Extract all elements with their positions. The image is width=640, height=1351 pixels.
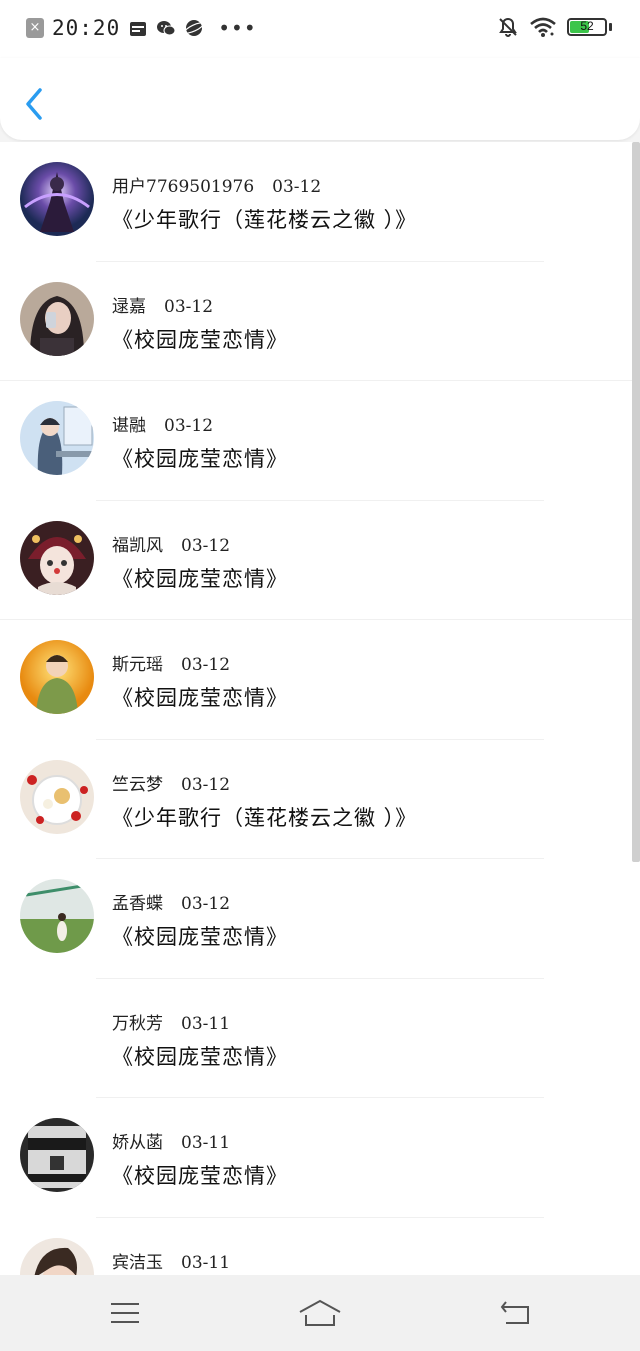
date: 03-12 [181,655,231,675]
list-item[interactable]: 万秋芳 03-11 《校园庞莹恋情》 [0,979,640,1098]
status-bar: × 20:20 ••• 52 [0,0,640,58]
list-item[interactable]: 娇从菡 03-11 《校园庞莹恋情》 [0,1098,640,1218]
status-right: 52 [497,16,612,38]
avatar[interactable] [20,759,94,834]
user-name[interactable]: 孟香蝶 [112,894,163,914]
user-name[interactable]: 谌融 [112,416,146,436]
item-title[interactable]: 《校园庞莹恋情》 [112,921,288,951]
item-title[interactable]: 《校园庞莹恋情》 [112,682,288,712]
avatar[interactable] [20,1237,94,1275]
user-name[interactable]: 万秋芳 [112,1014,163,1034]
avatar[interactable] [20,162,94,236]
user-name[interactable]: 宾洁玉 [112,1253,163,1273]
item-meta: 竺云梦 03-12 [112,770,230,795]
date: 03-11 [181,1133,231,1153]
avatar[interactable] [20,281,94,356]
list-item[interactable]: 宾洁玉 03-11 [0,1218,640,1275]
user-name[interactable]: 斯元瑶 [112,655,163,675]
bell-off-icon [499,17,517,37]
item-title[interactable]: 《校园庞莹恋情》 [112,324,288,354]
avatar[interactable] [20,401,94,475]
item-meta: 孟香蝶 03-12 [112,889,230,914]
wechat-icon [157,21,176,36]
item-title[interactable]: 《少年歌行（莲花楼云之徽 ）》 [112,204,417,234]
system-nav-bar [0,1275,640,1351]
menu-icon[interactable] [95,1293,155,1333]
item-meta: 娇从菡 03-11 [112,1128,230,1153]
avatar[interactable] [20,1118,94,1192]
avatar[interactable] [20,640,94,714]
wifi-icon [530,17,556,37]
item-meta: 谌融 03-12 [112,411,213,436]
date: 03-12 [181,894,231,914]
user-name[interactable]: 逯嘉 [112,297,146,317]
more-dots-icon: ••• [218,16,257,40]
calendar-icon [130,22,147,36]
user-name[interactable]: 福凯风 [112,536,163,556]
date: 03-12 [164,416,214,436]
item-title[interactable]: 《少年歌行（莲花楼云之徽 ）》 [112,802,417,832]
list-item[interactable]: 斯元瑶 03-12 《校园庞莹恋情》 [0,620,640,740]
list-item[interactable]: 逯嘉 03-12 《校园庞莹恋情》 [0,262,640,381]
battery-level: 52 [580,19,594,33]
date: 03-12 [272,177,322,197]
battery-icon: 52 [567,18,607,36]
battery-tip [609,23,612,31]
comment-list: 用户7769501976 03-12 《少年歌行（莲花楼云之徽 ）》 逯嘉 03-1… [0,142,640,1275]
list-item[interactable]: 竺云梦 03-12 《少年歌行（莲花楼云之徽 ）》 [0,740,640,859]
date: 03-12 [164,296,214,317]
user-name[interactable]: 娇从菡 [112,1133,163,1153]
chevron-left-icon[interactable] [20,84,50,124]
back-icon[interactable] [485,1293,545,1333]
user-name[interactable]: 竺云梦 [112,775,163,795]
avatar[interactable] [20,879,94,953]
list-item[interactable]: 孟香蝶 03-12 《校园庞莹恋情》 [0,859,640,979]
status-time: 20:20 [52,16,121,40]
list-item[interactable]: 谌融 03-12 《校园庞莹恋情》 [0,381,640,501]
item-meta: 万秋芳 03-11 [112,1009,230,1034]
list-item[interactable]: 福凯风 03-12 《校园庞莹恋情》 [0,501,640,620]
item-meta: 宾洁玉 03-11 [112,1248,230,1273]
avatar[interactable] [20,520,94,595]
home-icon[interactable] [290,1293,350,1333]
planet-icon [184,20,204,36]
item-meta: 用户7769501976 03-12 [112,172,321,197]
item-meta: 逯嘉 03-12 [112,292,213,317]
date: 03-11 [181,1252,231,1273]
item-title[interactable]: 《校园庞莹恋情》 [112,563,288,593]
close-icon: × [26,18,44,38]
item-title[interactable]: 《校园庞莹恋情》 [112,1041,288,1071]
item-title[interactable]: 《校园庞莹恋情》 [112,1160,288,1190]
status-left: × 20:20 ••• [26,16,257,40]
date: 03-12 [181,535,231,556]
date: 03-11 [181,1013,231,1034]
user-name[interactable]: 用户7769501976 [112,177,254,197]
item-title[interactable]: 《校园庞莹恋情》 [112,443,288,473]
header [0,58,640,140]
scrollbar[interactable] [632,142,640,862]
item-meta: 斯元瑶 03-12 [112,650,230,675]
item-meta: 福凯风 03-12 [112,531,230,556]
list-item[interactable]: 用户7769501976 03-12 《少年歌行（莲花楼云之徽 ）》 [0,142,640,262]
date: 03-12 [181,774,231,795]
